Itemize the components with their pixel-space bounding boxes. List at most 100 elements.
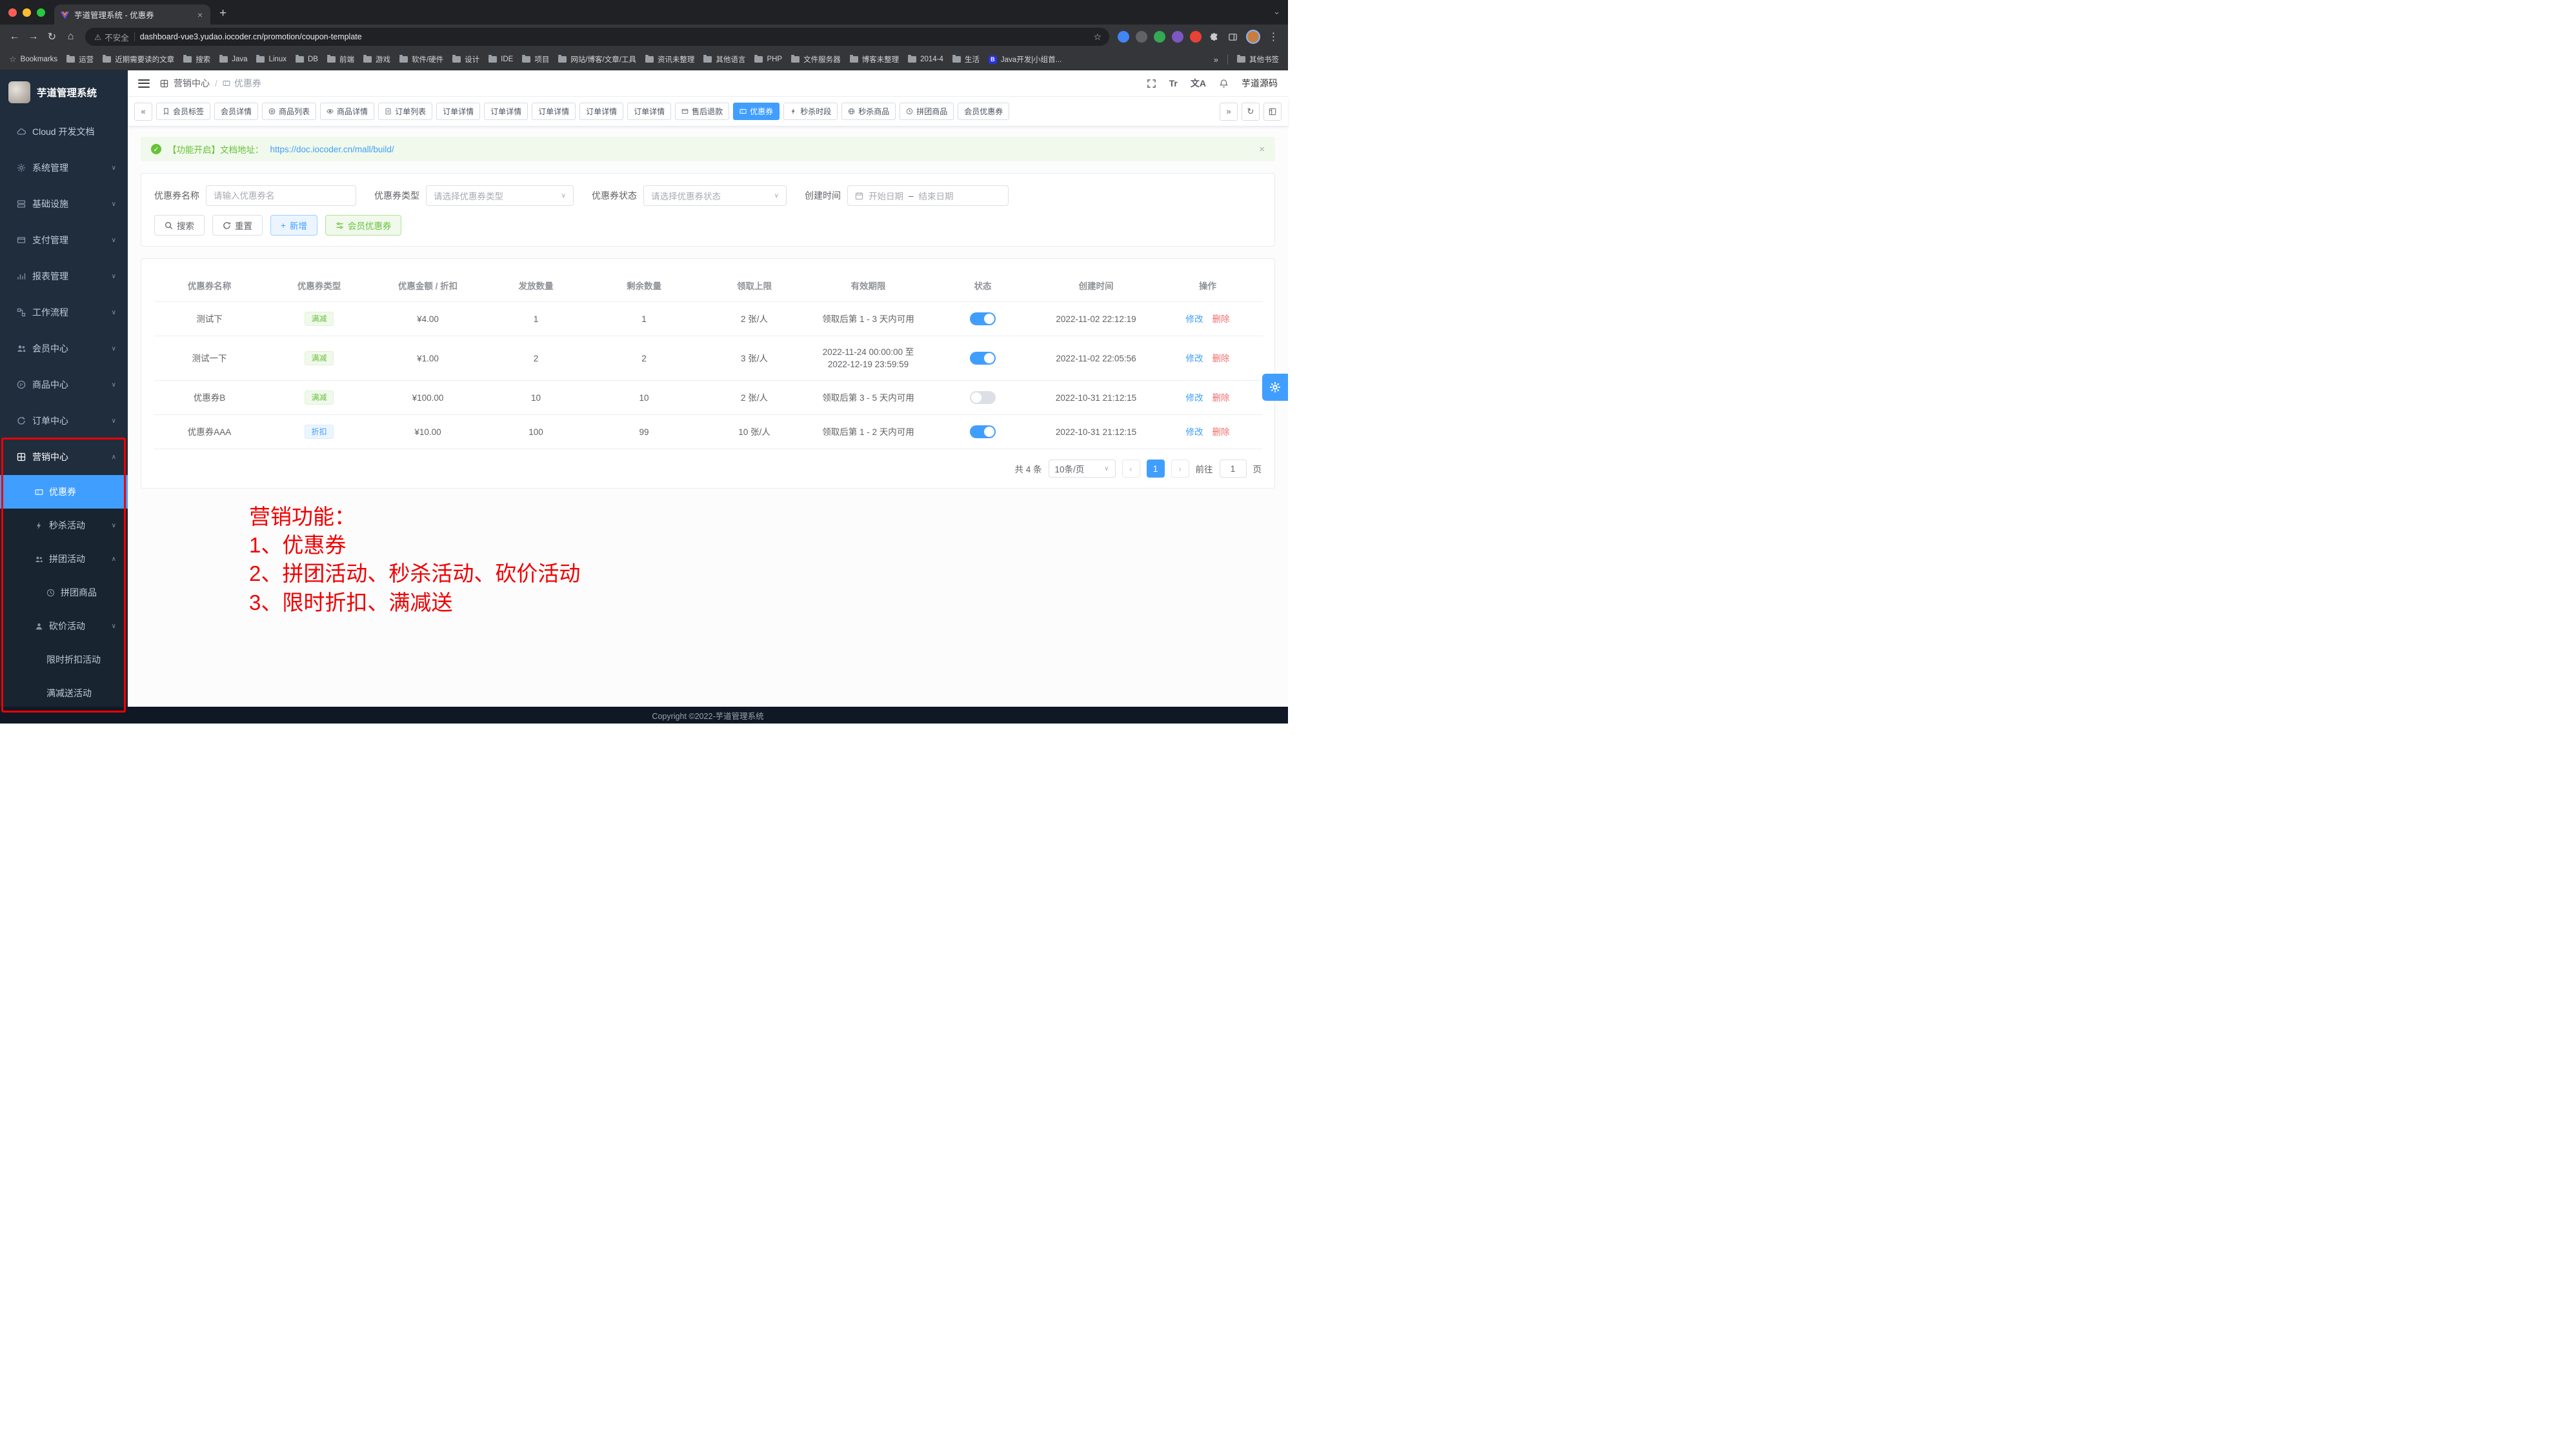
- side-panel-icon[interactable]: [1223, 28, 1242, 46]
- sidebar-item-groupon[interactable]: 拼团活动 ∧: [0, 542, 128, 576]
- bookmark-folder[interactable]: Java: [219, 56, 247, 63]
- window-minimize-button[interactable]: [23, 8, 31, 17]
- tab-order-list[interactable]: 订单列表: [378, 103, 432, 120]
- extension-icon[interactable]: [1190, 31, 1202, 43]
- bookmark-folder[interactable]: Linux: [256, 56, 287, 63]
- tab-close-icon[interactable]: ×: [196, 10, 204, 20]
- status-toggle[interactable]: [970, 312, 996, 325]
- hamburger-icon[interactable]: [138, 79, 150, 88]
- sidebar-item-system[interactable]: 系统管理 ∨: [0, 150, 128, 186]
- tab-order-detail[interactable]: 订单详情: [436, 103, 480, 120]
- refresh-icon[interactable]: ↻: [1242, 103, 1260, 121]
- locale-icon[interactable]: 文A: [1191, 77, 1206, 90]
- forward-icon[interactable]: →: [24, 28, 43, 46]
- status-toggle[interactable]: [970, 391, 996, 404]
- tab-order-detail[interactable]: 订单详情: [627, 103, 671, 120]
- prev-page-button[interactable]: ‹: [1122, 460, 1140, 478]
- bookmark-site[interactable]: BJava开发|小组首...: [989, 54, 1062, 65]
- alert-link[interactable]: https://doc.iocoder.cn/mall/build/: [270, 145, 394, 154]
- alert-close-icon[interactable]: ×: [1259, 144, 1265, 155]
- tab-search-icon[interactable]: ⌄: [1273, 6, 1280, 17]
- extension-icon[interactable]: [1118, 31, 1129, 43]
- tab-refund[interactable]: 售后退款: [675, 103, 729, 120]
- window-close-button[interactable]: [8, 8, 17, 17]
- tab-order-detail[interactable]: 订单详情: [484, 103, 528, 120]
- breadcrumb-parent[interactable]: 营销中心: [174, 77, 210, 90]
- bookmark-folder[interactable]: DB: [296, 56, 318, 63]
- sidebar-item-report[interactable]: 报表管理 ∨: [0, 258, 128, 294]
- tab-order-detail[interactable]: 订单详情: [579, 103, 623, 120]
- bookmarks-overflow-icon[interactable]: »: [1214, 55, 1218, 65]
- new-tab-button[interactable]: +: [210, 6, 236, 25]
- extension-icon[interactable]: [1172, 31, 1183, 43]
- tab-product-list[interactable]: 商品列表: [262, 103, 316, 120]
- delete-link[interactable]: 删除: [1213, 393, 1230, 403]
- extensions-puzzle-icon[interactable]: [1205, 28, 1223, 46]
- bookmarks-root[interactable]: ☆Bookmarks: [9, 54, 57, 65]
- tab-member-tag[interactable]: 会员标签: [156, 103, 210, 120]
- reload-icon[interactable]: ↻: [43, 28, 61, 46]
- sidebar-item-order-center[interactable]: 订单中心 ∨: [0, 403, 128, 439]
- tags-scroll-left-button[interactable]: «: [134, 103, 152, 121]
- bookmark-folder[interactable]: 项目: [522, 54, 549, 65]
- security-warning[interactable]: ⚠不安全: [94, 31, 129, 43]
- sidebar-item-bargain[interactable]: 砍价活动 ∨: [0, 609, 128, 643]
- bookmark-folder[interactable]: 近期需要读的文章: [103, 54, 174, 65]
- tab-groupon-product[interactable]: 拼团商品: [900, 103, 954, 120]
- tags-scroll-right-button[interactable]: »: [1220, 103, 1238, 121]
- other-bookmarks[interactable]: 其他书签: [1237, 54, 1279, 65]
- bookmark-folder[interactable]: 2014-4: [908, 56, 943, 63]
- bookmark-folder[interactable]: IDE: [488, 56, 513, 63]
- bookmark-folder[interactable]: 其他语言: [703, 54, 745, 65]
- coupon-name-input[interactable]: [206, 185, 356, 206]
- sidebar-item-coupon[interactable]: 优惠券: [0, 475, 128, 509]
- sidebar-item-payment[interactable]: 支付管理 ∨: [0, 222, 128, 258]
- bookmark-folder[interactable]: 运营: [66, 54, 94, 65]
- tab-seckill-time[interactable]: 秒杀时段: [783, 103, 838, 120]
- status-toggle[interactable]: [970, 352, 996, 365]
- bookmark-folder[interactable]: 软件/硬件: [399, 54, 443, 65]
- chrome-menu-kebab-icon[interactable]: ⋮: [1264, 28, 1283, 46]
- sidebar-item-flash-discount[interactable]: 限时折扣活动: [0, 643, 128, 676]
- bookmark-folder[interactable]: 前端: [327, 54, 354, 65]
- bookmark-folder[interactable]: PHP: [754, 56, 782, 63]
- reset-button[interactable]: 重置: [212, 215, 263, 236]
- edit-link[interactable]: 修改: [1186, 393, 1203, 403]
- layout-panel-icon[interactable]: [1263, 103, 1282, 121]
- settings-gear-button[interactable]: [1262, 374, 1288, 401]
- bookmark-folder[interactable]: 设计: [452, 54, 479, 65]
- page-number-current[interactable]: 1: [1147, 460, 1165, 478]
- tab-seckill-product[interactable]: 秒杀商品: [841, 103, 896, 120]
- tab-coupon[interactable]: 优惠券: [733, 103, 780, 120]
- bookmark-folder[interactable]: 博客未整理: [850, 54, 900, 65]
- bookmark-star-icon[interactable]: ☆: [1089, 32, 1105, 43]
- status-toggle[interactable]: [970, 425, 996, 438]
- sidebar-item-groupon-product[interactable]: 拼团商品: [0, 576, 128, 609]
- delete-link[interactable]: 删除: [1213, 314, 1230, 324]
- delete-link[interactable]: 删除: [1213, 427, 1230, 437]
- tab-member-detail[interactable]: 会员详情: [214, 103, 258, 120]
- back-icon[interactable]: ←: [5, 28, 24, 46]
- bookmark-folder[interactable]: 搜索: [183, 54, 210, 65]
- coupon-type-select[interactable]: 请选择优惠券类型∨: [426, 185, 574, 206]
- sidebar-item-seckill[interactable]: 秒杀活动 ∨: [0, 509, 128, 542]
- username[interactable]: 芋道源码: [1242, 77, 1278, 90]
- font-size-icon[interactable]: Tr: [1169, 78, 1178, 88]
- next-page-button[interactable]: ›: [1171, 460, 1189, 478]
- profile-avatar[interactable]: [1246, 30, 1260, 44]
- edit-link[interactable]: 修改: [1186, 354, 1203, 363]
- bookmark-folder[interactable]: 游戏: [363, 54, 390, 65]
- tab-order-detail[interactable]: 订单详情: [532, 103, 576, 120]
- extension-icon[interactable]: [1154, 31, 1165, 43]
- sidebar-item-member-center[interactable]: 会员中心 ∨: [0, 330, 128, 367]
- page-size-select[interactable]: 10条/页∨: [1049, 460, 1116, 478]
- bookmark-folder[interactable]: 文件服务器: [791, 54, 841, 65]
- fullscreen-icon[interactable]: [1147, 79, 1156, 88]
- sidebar-item-workflow[interactable]: 工作流程 ∨: [0, 294, 128, 330]
- sidebar-item-full-reduction[interactable]: 满减送活动: [0, 676, 128, 710]
- window-zoom-button[interactable]: [37, 8, 45, 17]
- delete-link[interactable]: 删除: [1213, 354, 1230, 363]
- tab-member-coupon[interactable]: 会员优惠券: [958, 103, 1009, 120]
- bookmark-folder[interactable]: 资讯未整理: [645, 54, 695, 65]
- edit-link[interactable]: 修改: [1186, 314, 1203, 324]
